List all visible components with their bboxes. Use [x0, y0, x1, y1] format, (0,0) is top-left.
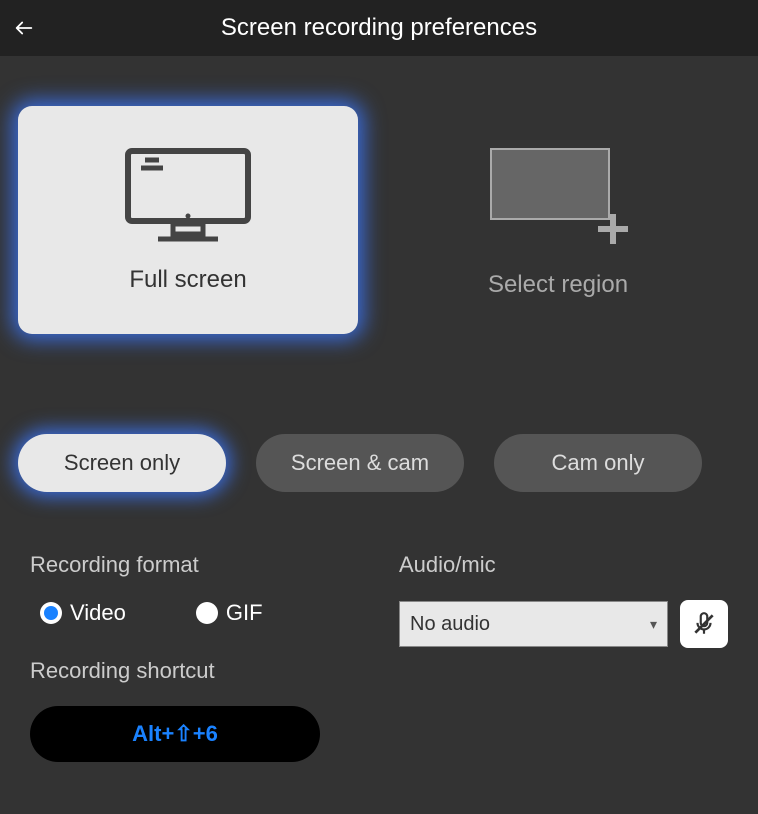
mode-screen-only-label: Screen only	[64, 450, 180, 476]
capture-select-region-label: Select region	[488, 271, 628, 299]
shortcut-button[interactable]: Alt+⇧+6	[30, 706, 320, 762]
shortcut-value: Alt+⇧+6	[132, 721, 218, 747]
shortcut-section: Recording shortcut Alt+⇧+6	[30, 658, 359, 762]
audio-mic-label: Audio/mic	[399, 552, 728, 578]
monitor-icon	[123, 146, 253, 246]
mode-screen-cam-label: Screen & cam	[291, 450, 429, 476]
mic-off-icon	[691, 611, 717, 637]
mode-screen-cam[interactable]: Screen & cam	[256, 434, 464, 492]
recording-format-label: Recording format	[30, 552, 359, 578]
recording-shortcut-label: Recording shortcut	[30, 658, 359, 684]
capture-mode-row: Full screen Select region	[0, 56, 758, 374]
mode-screen-only[interactable]: Screen only	[18, 434, 226, 492]
header-bar: Screen recording preferences	[0, 0, 758, 56]
select-region-icon	[483, 141, 633, 251]
audio-row: No audio ▾	[399, 600, 728, 648]
mode-cam-only[interactable]: Cam only	[494, 434, 702, 492]
back-button[interactable]	[8, 12, 40, 44]
format-video-radio[interactable]: Video	[40, 600, 126, 626]
format-gif-label: GIF	[226, 600, 263, 626]
radio-icon	[196, 602, 218, 624]
format-video-label: Video	[70, 600, 126, 626]
settings-row: Recording format Video GIF Recording sho…	[0, 492, 758, 762]
arrow-left-icon	[13, 17, 35, 39]
audio-select[interactable]: No audio ▾	[399, 601, 668, 647]
recording-mode-row: Screen only Screen & cam Cam only	[0, 374, 758, 492]
radio-icon	[40, 602, 62, 624]
capture-select-region[interactable]: Select region	[388, 106, 728, 334]
right-settings-column: Audio/mic No audio ▾	[399, 552, 728, 762]
left-settings-column: Recording format Video GIF Recording sho…	[30, 552, 359, 762]
capture-full-screen-label: Full screen	[129, 266, 246, 294]
format-radio-group: Video GIF	[30, 600, 359, 626]
capture-full-screen[interactable]: Full screen	[18, 106, 358, 334]
page-title: Screen recording preferences	[0, 14, 758, 42]
format-gif-radio[interactable]: GIF	[196, 600, 263, 626]
mode-cam-only-label: Cam only	[552, 450, 645, 476]
chevron-down-icon: ▾	[650, 616, 657, 633]
mic-mute-button[interactable]	[680, 600, 728, 648]
audio-select-value: No audio	[410, 613, 490, 636]
